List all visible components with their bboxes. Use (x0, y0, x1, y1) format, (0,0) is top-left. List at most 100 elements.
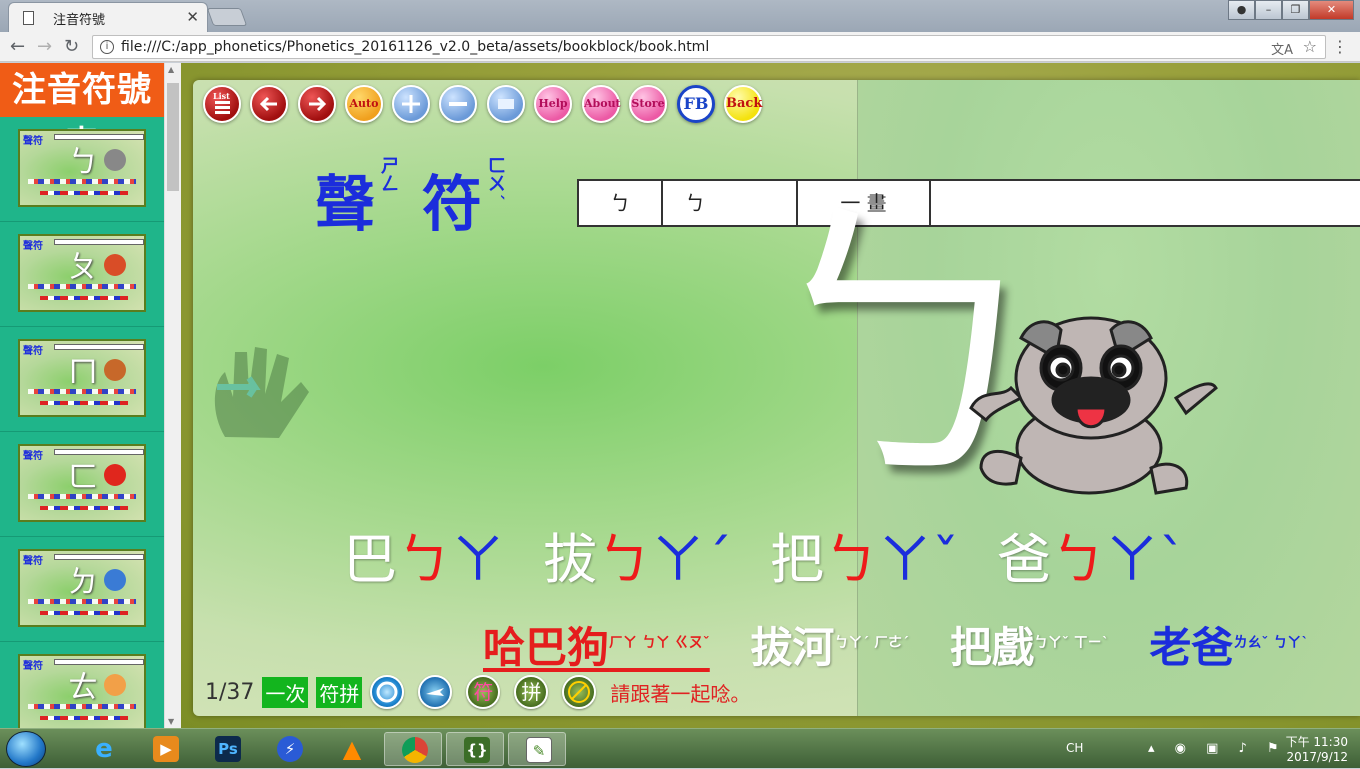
sidebar-thumb-item[interactable]: 聲符ㄆ (0, 222, 164, 327)
restore-button[interactable]: ❐ (1282, 0, 1309, 20)
fullscreen-button[interactable] (487, 85, 525, 123)
store-button[interactable]: Store (629, 85, 667, 123)
phrase-3[interactable]: 把戲ㄅㄚˇ ㄒㄧˋ (950, 623, 1109, 672)
thumb-words-line (28, 494, 136, 499)
about-button[interactable]: About (582, 85, 621, 123)
example-word[interactable]: 拔ㄅㄚˊ (543, 528, 732, 591)
bottom-controls: 1/37 一次 符拼 符 拼 請跟著一起唸。 (205, 674, 750, 710)
forward-arrow-icon[interactable]: → (37, 36, 52, 57)
new-tab-button[interactable] (206, 8, 248, 26)
word-initial: ㄅ (824, 528, 878, 591)
plus-icon (402, 95, 420, 113)
zoom-out-button[interactable] (439, 85, 477, 123)
address-bar[interactable]: i file:///C:/app_phonetics/Phonetics_201… (92, 35, 1326, 59)
browser-tab[interactable]: 注音符號 ✕ (8, 2, 208, 32)
word-initial: ㄅ (597, 528, 651, 591)
sidebar-thumb-item[interactable]: 聲符ㄉ (0, 537, 164, 642)
app-taskbar-icon[interactable]: ⚡ (260, 732, 318, 766)
brackets-icon: {} (464, 737, 490, 763)
auto-play-button[interactable]: Auto (345, 85, 383, 123)
ie-icon: e (95, 734, 113, 764)
tray-icons[interactable]: ▴ ◉ ▣ ♪ ⚑ (1148, 741, 1287, 756)
example-word[interactable]: 把ㄅㄚˇ (770, 528, 959, 591)
thumb-words-line (28, 704, 136, 709)
example-word[interactable]: 爸ㄅㄚˋ (997, 528, 1186, 591)
notepadpp-taskbar-icon[interactable]: ✎ (508, 732, 566, 766)
help-button[interactable]: Help (534, 85, 572, 123)
thumb-preview: 聲符ㄆ (18, 234, 146, 312)
photoshop-taskbar-icon[interactable]: Ps (198, 732, 256, 766)
thumb-phrases-line (40, 611, 128, 615)
sidebar-thumb-item[interactable]: 聲符ㄇ (0, 327, 164, 432)
brackets-taskbar-icon[interactable]: {} (446, 732, 504, 766)
thumb-phrases-line (40, 191, 128, 195)
example-word[interactable]: 巴ㄅㄚ (343, 528, 505, 591)
scroll-down-icon[interactable]: ▼ (168, 717, 174, 726)
title-char-2: 符 (421, 170, 482, 240)
clock-time[interactable]: 下午 11:30 (1286, 733, 1348, 750)
left-arrow-icon (259, 96, 277, 112)
phrase-1[interactable]: 哈巴狗ㄏㄚ ㄅㄚ ㄍㄡˇ (483, 623, 710, 672)
sidebar-thumb-item[interactable]: 聲符ㄊ (0, 642, 164, 728)
facebook-button[interactable]: FB (677, 85, 715, 123)
thumb-head: 聲符 (23, 346, 43, 357)
ie-taskbar-icon[interactable]: e (74, 732, 132, 766)
clock-date[interactable]: 2017/9/12 (1286, 750, 1348, 764)
chrome-taskbar-icon[interactable] (384, 732, 442, 766)
example-phrases-row: 哈巴狗ㄏㄚ ㄅㄚ ㄍㄡˇ 拔河ㄅㄚˊ ㄏㄜˊ 把戲ㄅㄚˇ ㄒㄧˋ 老爸ㄌㄠˇ ㄅ… (483, 618, 1334, 673)
play-once-button[interactable]: 一次 (262, 676, 309, 708)
minus-icon (449, 102, 467, 106)
chrome-icon (402, 737, 428, 763)
word-initial: ㄅ (397, 528, 451, 591)
repeat-loop-button[interactable] (370, 675, 405, 709)
notepad-icon: ✎ (526, 737, 552, 763)
info-icon[interactable]: i (100, 40, 114, 54)
next-page-button[interactable] (298, 85, 336, 123)
back-button[interactable]: Back (724, 85, 762, 123)
browser-tab-bar: 注音符號 ✕ ● – ❐ ✕ (0, 0, 1360, 32)
thumb-preview: 聲符ㄇ (18, 339, 146, 417)
vlc-taskbar-icon[interactable]: ▲ (322, 732, 380, 766)
page-icon (23, 11, 34, 25)
translate-icon[interactable]: 文A (1271, 39, 1293, 58)
spell-button[interactable]: 拼 (514, 675, 549, 709)
phrase-1-text: 哈巴狗 (483, 623, 610, 672)
close-tab-icon[interactable]: ✕ (186, 8, 199, 26)
scroll-thumb[interactable] (167, 83, 179, 191)
prev-page-button[interactable] (250, 85, 288, 123)
sidebar-thumb-item[interactable]: 聲符ㄅ (0, 117, 164, 222)
minimize-button[interactable]: – (1255, 0, 1282, 20)
phrase-2[interactable]: 拔河ㄅㄚˊ ㄏㄜˊ (750, 623, 909, 672)
input-language[interactable]: CH (1066, 741, 1083, 755)
symbol-spell-toggle-button[interactable] (562, 675, 597, 709)
title-zhuyin-2: ㄈㄨˊ (484, 156, 506, 201)
bookmark-star-icon[interactable]: ☆ (1303, 37, 1317, 56)
user-icon[interactable]: ● (1228, 0, 1255, 20)
media-icon: ▶ (153, 736, 179, 762)
photoshop-icon: Ps (215, 736, 241, 762)
list-button[interactable]: List (203, 85, 241, 123)
symbol-spell-button[interactable]: 符拼 (316, 676, 363, 708)
zoom-in-button[interactable] (392, 85, 430, 123)
word-tone: ˊ (705, 528, 732, 591)
sidebar-thumb-item[interactable]: 聲符ㄈ (0, 432, 164, 537)
pug-dog-illustration (969, 316, 1218, 495)
start-button[interactable] (6, 731, 46, 767)
chrome-menu-icon[interactable]: ⋮ (1332, 37, 1348, 56)
scroll-up-icon[interactable]: ▲ (168, 65, 174, 74)
back-arrow-icon[interactable]: ← (10, 36, 25, 57)
vlc-cone-icon: ▲ (342, 735, 362, 763)
fly-mode-button[interactable] (418, 675, 453, 709)
sidebar-title: 注音符號表 (0, 63, 164, 164)
close-window-button[interactable]: ✕ (1309, 0, 1354, 20)
symbol-button[interactable]: 符 (466, 675, 501, 709)
sidebar-scrollbar[interactable]: ▲ ▼ (164, 63, 181, 728)
thumb-preview: 聲符ㄅ (18, 129, 146, 207)
no-symbol-icon (568, 681, 591, 703)
thumb-head: 聲符 (23, 556, 43, 567)
swipe-hand-icon[interactable] (205, 342, 315, 456)
media-taskbar-icon[interactable]: ▶ (136, 732, 194, 766)
reload-icon[interactable]: ↻ (64, 36, 79, 57)
phrase-4[interactable]: 老爸ㄌㄠˇ ㄅㄚˋ (1149, 623, 1308, 672)
thumb-letter: ㄈ (68, 460, 98, 495)
